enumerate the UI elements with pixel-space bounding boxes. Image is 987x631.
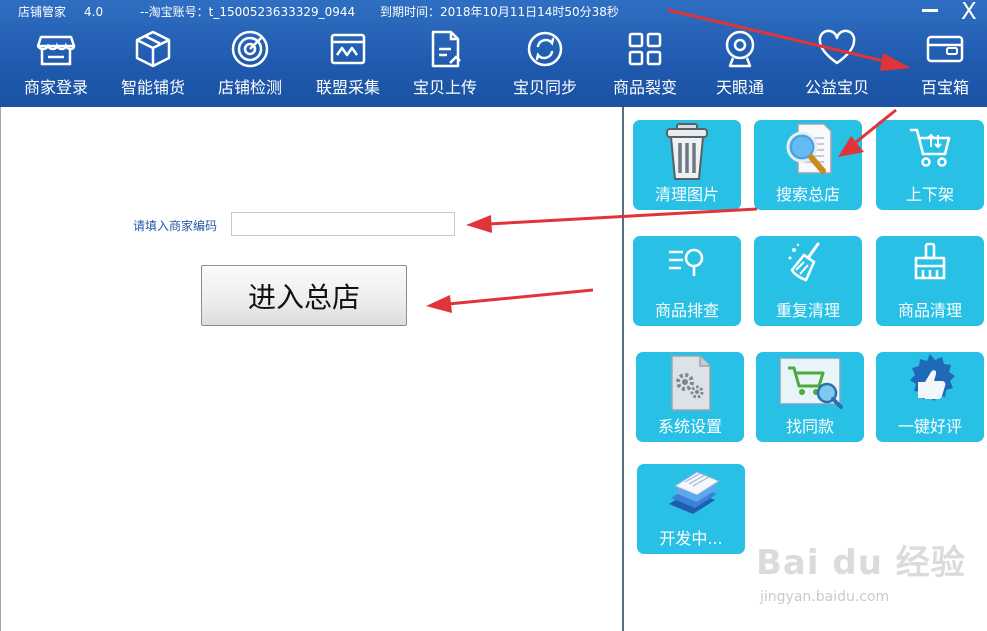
nav-label: 百宝箱 xyxy=(920,78,969,97)
tile-label: 一键好评 xyxy=(897,417,962,436)
nav-smart-distribution[interactable]: 智能铺货 xyxy=(105,27,201,105)
tile-label: 重复清理 xyxy=(775,301,840,320)
top-bar: 店铺管家 4.0 --淘宝账号：t_1500523633329_0944 到期时… xyxy=(0,0,987,107)
expiry-info: 到期时间：2018年10月11日14时50分38秒 xyxy=(380,5,619,19)
heart-icon xyxy=(818,29,856,65)
wave-chart-icon xyxy=(330,33,366,65)
tile-label: 找同款 xyxy=(785,417,834,436)
nav-label: 宝贝上传 xyxy=(412,78,477,97)
enter-store-button[interactable]: 进入总店 xyxy=(201,265,407,326)
wallet-icon xyxy=(926,35,964,63)
tool-shelf-toggle[interactable]: 上下架 xyxy=(876,120,984,210)
merchant-code-input[interactable] xyxy=(231,212,455,236)
tool-duplicate-clean[interactable]: 重复清理 xyxy=(754,236,862,326)
tool-search-store[interactable]: 搜索总店 xyxy=(754,120,862,210)
tool-one-click-review[interactable]: 一键好评 xyxy=(876,352,984,442)
tool-in-development[interactable]: 开发中... xyxy=(637,464,745,554)
nav-item-charity[interactable]: 公益宝贝 xyxy=(789,27,885,105)
thumbs-up-badge-icon xyxy=(910,354,955,401)
app-name: 店铺管家 xyxy=(18,5,67,19)
shopping-cart-icon xyxy=(910,128,951,167)
nav-label: 智能铺货 xyxy=(120,78,185,97)
nav-label: 商家登录 xyxy=(23,78,88,97)
sync-icon xyxy=(527,31,563,67)
storefront-icon xyxy=(36,35,76,66)
nav-item-fission[interactable]: 商品裂变 xyxy=(597,27,693,105)
magnifier-document-icon xyxy=(786,123,832,174)
radar-icon xyxy=(231,30,269,68)
tile-label: 商品清理 xyxy=(897,301,962,320)
gear-document-icon xyxy=(671,355,711,411)
list-search-icon xyxy=(669,248,704,276)
grid-icon xyxy=(628,32,662,66)
tile-label: 清理图片 xyxy=(654,185,719,204)
nav-alliance-collect[interactable]: 联盟采集 xyxy=(300,27,396,105)
minimize-icon[interactable] xyxy=(922,9,938,12)
merchant-code-label: 请填入商家编码 xyxy=(133,219,218,233)
account-info: --淘宝账号：t_1500523633329_0944 xyxy=(140,5,356,19)
merchant-panel xyxy=(0,107,623,631)
nav-label: 联盟采集 xyxy=(315,78,380,97)
trash-icon xyxy=(666,123,708,180)
tile-label: 商品排查 xyxy=(654,301,719,320)
title-bar: 店铺管家 4.0 --淘宝账号：t_1500523633329_0944 到期时… xyxy=(0,0,987,25)
brush-icon xyxy=(914,242,946,280)
tile-label: 系统设置 xyxy=(657,417,722,436)
nav-label: 公益宝贝 xyxy=(804,78,869,97)
nav-store-check[interactable]: 店铺检测 xyxy=(202,27,298,105)
nav-item-sky-eye[interactable]: 天眼通 xyxy=(692,27,788,105)
nav-merchant-login[interactable]: 商家登录 xyxy=(8,27,104,105)
cart-search-icon xyxy=(779,357,843,409)
nav-item-upload[interactable]: 宝贝上传 xyxy=(397,27,493,105)
tool-product-clean[interactable]: 商品清理 xyxy=(876,236,984,326)
app-version: 4.0 xyxy=(84,5,104,19)
tool-clean-images[interactable]: 清理图片 xyxy=(633,120,741,210)
webcam-icon xyxy=(725,30,755,68)
tool-system-settings[interactable]: 系统设置 xyxy=(636,352,744,442)
nav-item-sync[interactable]: 宝贝同步 xyxy=(497,27,593,105)
tool-find-similar[interactable]: 找同款 xyxy=(756,352,864,442)
tile-label: 搜索总店 xyxy=(775,185,840,204)
broom-icon xyxy=(788,242,820,282)
upload-document-icon xyxy=(431,30,461,68)
nav-label: 店铺检测 xyxy=(217,78,282,97)
box-icon xyxy=(135,30,171,68)
tile-label: 开发中... xyxy=(659,529,723,548)
nav-item-toolbox[interactable]: 百宝箱 xyxy=(897,27,987,105)
tool-product-check[interactable]: 商品排查 xyxy=(633,236,741,326)
nav-label: 天眼通 xyxy=(715,78,764,97)
close-button[interactable]: X xyxy=(961,0,977,25)
nav-label: 商品裂变 xyxy=(612,78,677,97)
main-nav: 商家登录 智能铺货 店铺检测 联盟采集 宝贝上传 宝贝同步 商品裂变 天眼通 公… xyxy=(0,27,987,105)
tile-label: 上下架 xyxy=(905,185,954,204)
nav-label: 宝贝同步 xyxy=(512,78,577,97)
stacked-documents-icon xyxy=(669,471,721,514)
